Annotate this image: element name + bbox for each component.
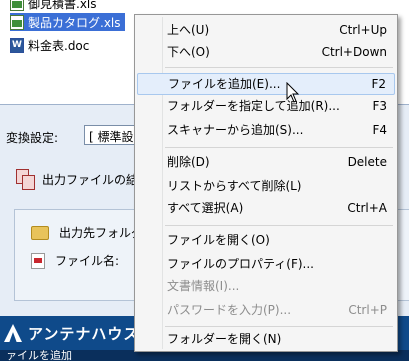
menu-separator — [165, 67, 393, 68]
file-name: 製品カタログ.xls — [28, 15, 121, 30]
menu-separator — [165, 225, 393, 226]
file-name: 御見積書.xls — [28, 0, 97, 11]
brand-logo-text: アンテナハウス — [28, 324, 140, 343]
excel-file-icon — [10, 14, 24, 30]
merge-files-icon — [16, 169, 36, 190]
menu-separator — [165, 147, 393, 148]
context-menu: 上へ(U) Ctrl+Up 下へ(O) Ctrl+Down ファイルを追加(E)… — [134, 14, 398, 352]
menu-separator — [165, 326, 393, 327]
menu-item-move-up[interactable]: 上へ(U) Ctrl+Up — [137, 19, 395, 41]
mouse-pointer-icon — [286, 82, 300, 103]
menu-item-open-folder[interactable]: フォルダーを開く(N) — [137, 328, 395, 350]
pdf-file-icon — [31, 252, 45, 269]
menu-item-select-all[interactable]: すべて選択(A) Ctrl+A — [137, 197, 395, 219]
merge-output-option[interactable]: 出力ファイルの結合 — [16, 169, 150, 190]
word-file-icon — [10, 37, 24, 53]
menu-item-delete[interactable]: 削除(D) Delete — [137, 151, 395, 173]
menu-item-file-properties[interactable]: ファイルのプロパティ(F)... — [137, 253, 395, 275]
folder-icon — [31, 225, 49, 240]
file-row-selected[interactable]: 製品カタログ.xls — [10, 13, 125, 31]
antenna-house-logo-icon — [4, 324, 22, 342]
menu-item-document-info: 文書情報(I)... — [167, 279, 240, 293]
excel-file-icon — [10, 0, 24, 11]
menu-item-open-file[interactable]: ファイルを開く(O) — [137, 229, 395, 251]
menu-item-remove-all[interactable]: リストからすべて削除(L) — [137, 175, 395, 197]
menu-item-add-from-scanner[interactable]: スキャナーから追加(S)... F4 — [137, 119, 395, 141]
file-row[interactable]: 料金表.doc — [10, 36, 89, 54]
menu-item-enter-password: パスワードを入力(P)... Ctrl+P — [167, 303, 387, 317]
menu-item-move-down[interactable]: 下へ(O) Ctrl+Down — [137, 41, 395, 63]
menu-item-add-folder[interactable]: フォルダーを指定して追加(R)... F3 — [137, 95, 395, 117]
conversion-settings-label: 変換設定: — [6, 131, 59, 145]
file-name: 料金表.doc — [28, 38, 90, 53]
file-name-label: ファイル名: — [55, 254, 120, 268]
file-row[interactable]: 御見積書.xls — [10, 0, 97, 12]
menu-item-add-file[interactable]: ファイルを追加(E)... F2 — [137, 73, 395, 95]
file-name-row: ファイル名: — [31, 252, 119, 269]
